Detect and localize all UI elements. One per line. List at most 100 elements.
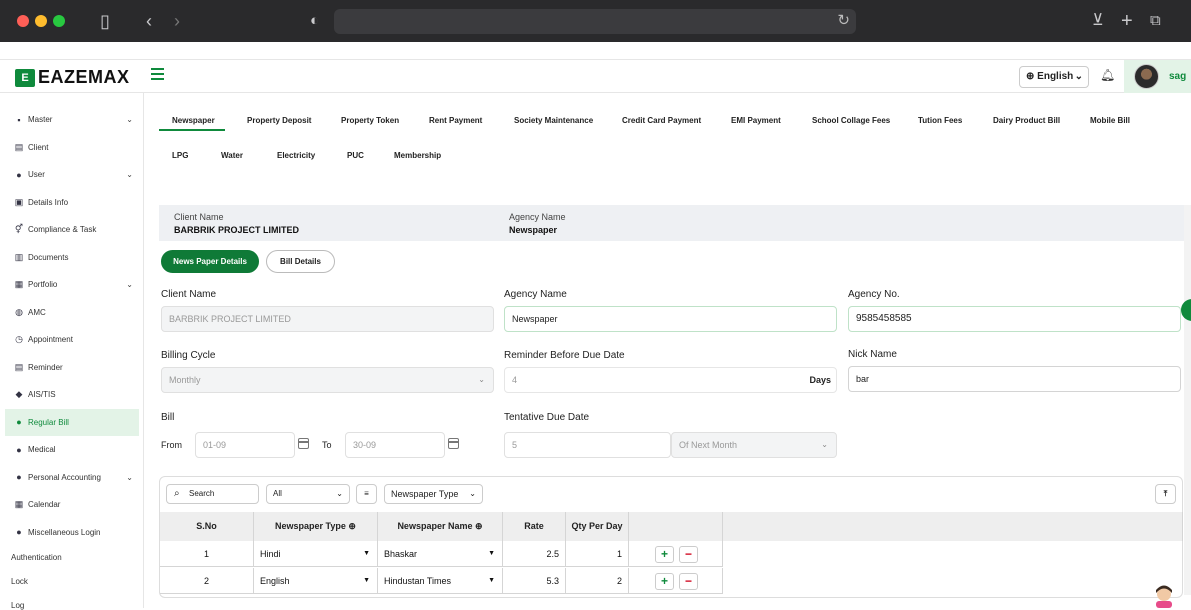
tab-tution-fees[interactable]: Tution Fees <box>918 116 962 125</box>
helper-avatar-icon[interactable] <box>1150 584 1178 608</box>
sidebar-item-client[interactable]: ▤ Client <box>5 134 139 161</box>
cell-newspaper-name[interactable]: Hindustan Times ▼ <box>378 568 503 594</box>
maximize-window-button[interactable] <box>53 15 65 27</box>
info-client-value: BARBRIK PROJECT LIMITED <box>174 225 300 235</box>
logo[interactable]: E EAZEMAX <box>15 67 130 88</box>
caret-down-icon: ▼ <box>363 577 370 584</box>
tab-credit-card-payment[interactable]: Credit Card Payment <box>622 116 701 125</box>
due-month-select[interactable]: Of Next Month ⌄ <box>671 432 837 458</box>
calendar-icon[interactable] <box>448 438 459 449</box>
tab-school-collage-fees[interactable]: School Collage Fees <box>812 116 890 125</box>
new-tab-icon[interactable]: + <box>1121 10 1133 32</box>
agency-name-label: Agency Name <box>504 289 567 300</box>
tab-mobile-bill[interactable]: Mobile Bill <box>1090 116 1130 125</box>
sidebar-link-log[interactable]: Log <box>11 601 24 610</box>
remove-row-button[interactable]: − <box>679 546 698 563</box>
tab-electricity[interactable]: Electricity <box>277 151 315 160</box>
language-select[interactable]: ⊕ English ⌄ <box>1019 66 1089 88</box>
sidebar-item-user[interactable]: ● User ⌄ <box>5 161 139 188</box>
hamburger-menu-icon[interactable] <box>151 68 164 80</box>
nick-name-field[interactable]: bar <box>848 366 1181 392</box>
user-menu[interactable]: sag <box>1124 60 1191 93</box>
search-input[interactable]: ⌕ Search <box>166 484 259 504</box>
add-row-button[interactable]: + <box>655 546 674 563</box>
tab-property-token[interactable]: Property Token <box>341 116 399 125</box>
newspaper-type-filter[interactable]: Newspaper Type ⌄ <box>384 484 483 504</box>
shield-icon[interactable]: ◐ <box>310 10 319 32</box>
sidebar-item-reminder[interactable]: ▤ Reminder <box>5 354 139 381</box>
tabs-overview-icon[interactable]: ⧉ <box>1150 10 1161 32</box>
chevron-down-icon: ⌄ <box>469 489 476 498</box>
filter-select[interactable]: All ⌄ <box>266 484 350 504</box>
calendar-icon[interactable] <box>298 438 309 449</box>
back-icon[interactable]: ‹ <box>146 10 152 32</box>
tab-lpg[interactable]: LPG <box>172 151 188 160</box>
sidebar-item-medical[interactable]: ● Medical <box>5 436 139 463</box>
cell-newspaper-type[interactable]: English ▼ <box>254 568 378 594</box>
tab-puc[interactable]: PUC <box>347 151 364 160</box>
from-date-field[interactable]: 01-09 <box>195 432 295 458</box>
filter-icon[interactable]: ≡ <box>356 484 377 504</box>
agency-no-field[interactable]: 9585458585 <box>848 306 1181 332</box>
sidebar-item-miscellaneous-login[interactable]: ● Miscellaneous Login <box>5 519 139 546</box>
add-circle-icon[interactable]: ⊕ <box>475 521 483 531</box>
download-icon[interactable]: ⊻ <box>1092 10 1104 32</box>
to-date-field[interactable]: 30-09 <box>345 432 445 458</box>
bell-icon[interactable]: 🔔︎ <box>1100 68 1115 82</box>
sidebar-item-label: AIS/TIS <box>28 390 56 399</box>
remove-row-button[interactable]: − <box>679 573 698 590</box>
tab-emi-payment[interactable]: EMI Payment <box>731 116 781 125</box>
info-client-label: Client Name <box>174 212 224 222</box>
reminder-field[interactable]: 4 Days <box>504 367 837 393</box>
sidebar-item-ais-tis[interactable]: ◆ AIS/TIS <box>5 381 139 408</box>
client-name-label: Client Name <box>161 289 217 300</box>
scrollbar[interactable] <box>1184 205 1191 595</box>
client-name-field[interactable]: BARBRIK PROJECT LIMITED <box>161 306 494 332</box>
billing-cycle-select[interactable]: Monthly ⌄ <box>161 367 494 393</box>
close-window-button[interactable] <box>17 15 29 27</box>
sidebar-item-compliance-task[interactable]: ⚥ Compliance & Task <box>5 216 139 243</box>
agency-name-field[interactable]: Newspaper <box>504 306 837 332</box>
reload-icon[interactable]: ↻ <box>837 11 850 29</box>
billing-cycle-value: Monthly <box>169 375 201 385</box>
bill-details-tab[interactable]: Bill Details <box>266 250 335 273</box>
cell-newspaper-name[interactable]: Bhaskar ▼ <box>378 541 503 567</box>
news-paper-details-tab[interactable]: News Paper Details <box>161 250 259 273</box>
sidebar-item-personal-accounting[interactable]: ● Personal Accounting ⌄ <box>5 464 139 491</box>
avatar[interactable] <box>1134 64 1159 89</box>
sidebar-link-lock[interactable]: Lock <box>11 577 28 586</box>
tab-society-maintenance[interactable]: Society Maintenance <box>514 116 593 125</box>
address-bar[interactable]: ↻ <box>334 9 856 34</box>
sidebar-item-amc[interactable]: ◍ AMC <box>5 299 139 326</box>
medical-icon: ● <box>16 444 22 455</box>
tab-rent-payment[interactable]: Rent Payment <box>429 116 482 125</box>
tab-newspaper[interactable]: Newspaper <box>172 116 215 125</box>
sidebar-item-regular-bill[interactable]: ● Regular Bill <box>5 408 139 436</box>
sidebar-item-appointment[interactable]: ◷ Appointment <box>5 326 139 353</box>
sidebar-item-master[interactable]: ▪ Master ⌄ <box>5 106 139 133</box>
sidebar-item-label: Details Info <box>28 197 69 207</box>
tab-property-deposit[interactable]: Property Deposit <box>247 116 311 125</box>
tab-water[interactable]: Water <box>221 151 243 160</box>
sidebar-item-portfolio[interactable]: ▦ Portfolio ⌄ <box>5 271 139 298</box>
sidebar-item-label: Reminder <box>28 362 63 372</box>
cell-newspaper-type[interactable]: Hindi ▼ <box>254 541 378 567</box>
add-circle-icon[interactable]: ⊕ <box>348 521 356 531</box>
export-icon[interactable]: ⤒ <box>1155 484 1176 504</box>
sidebar-item-calendar[interactable]: ▦ Calendar <box>5 491 139 518</box>
sidebar-item-label: Master <box>28 115 53 124</box>
due-date-field[interactable]: 5 <box>504 432 671 458</box>
browser-chrome: ▯ ‹ › ◐ ↻ ⊻ + ⧉ <box>0 0 1191 42</box>
sidebar-item-documents[interactable]: ▥ Documents <box>5 244 139 271</box>
tab-dairy-product-bill[interactable]: Dairy Product Bill <box>993 116 1060 125</box>
add-row-button[interactable]: + <box>655 573 674 590</box>
forward-icon[interactable]: › <box>174 10 180 32</box>
sidebar-link-authentication[interactable]: Authentication <box>11 553 62 562</box>
tab-membership[interactable]: Membership <box>394 151 441 160</box>
due-month-value: Of Next Month <box>679 440 738 450</box>
minimize-window-button[interactable] <box>35 15 47 27</box>
side-panel-toggle[interactable] <box>1181 299 1191 321</box>
sidebar-toggle-icon[interactable]: ▯ <box>100 10 110 32</box>
sidebar-item-details-info[interactable]: ▣ Details Info <box>5 189 139 216</box>
reminder-value: 4 <box>512 375 518 385</box>
